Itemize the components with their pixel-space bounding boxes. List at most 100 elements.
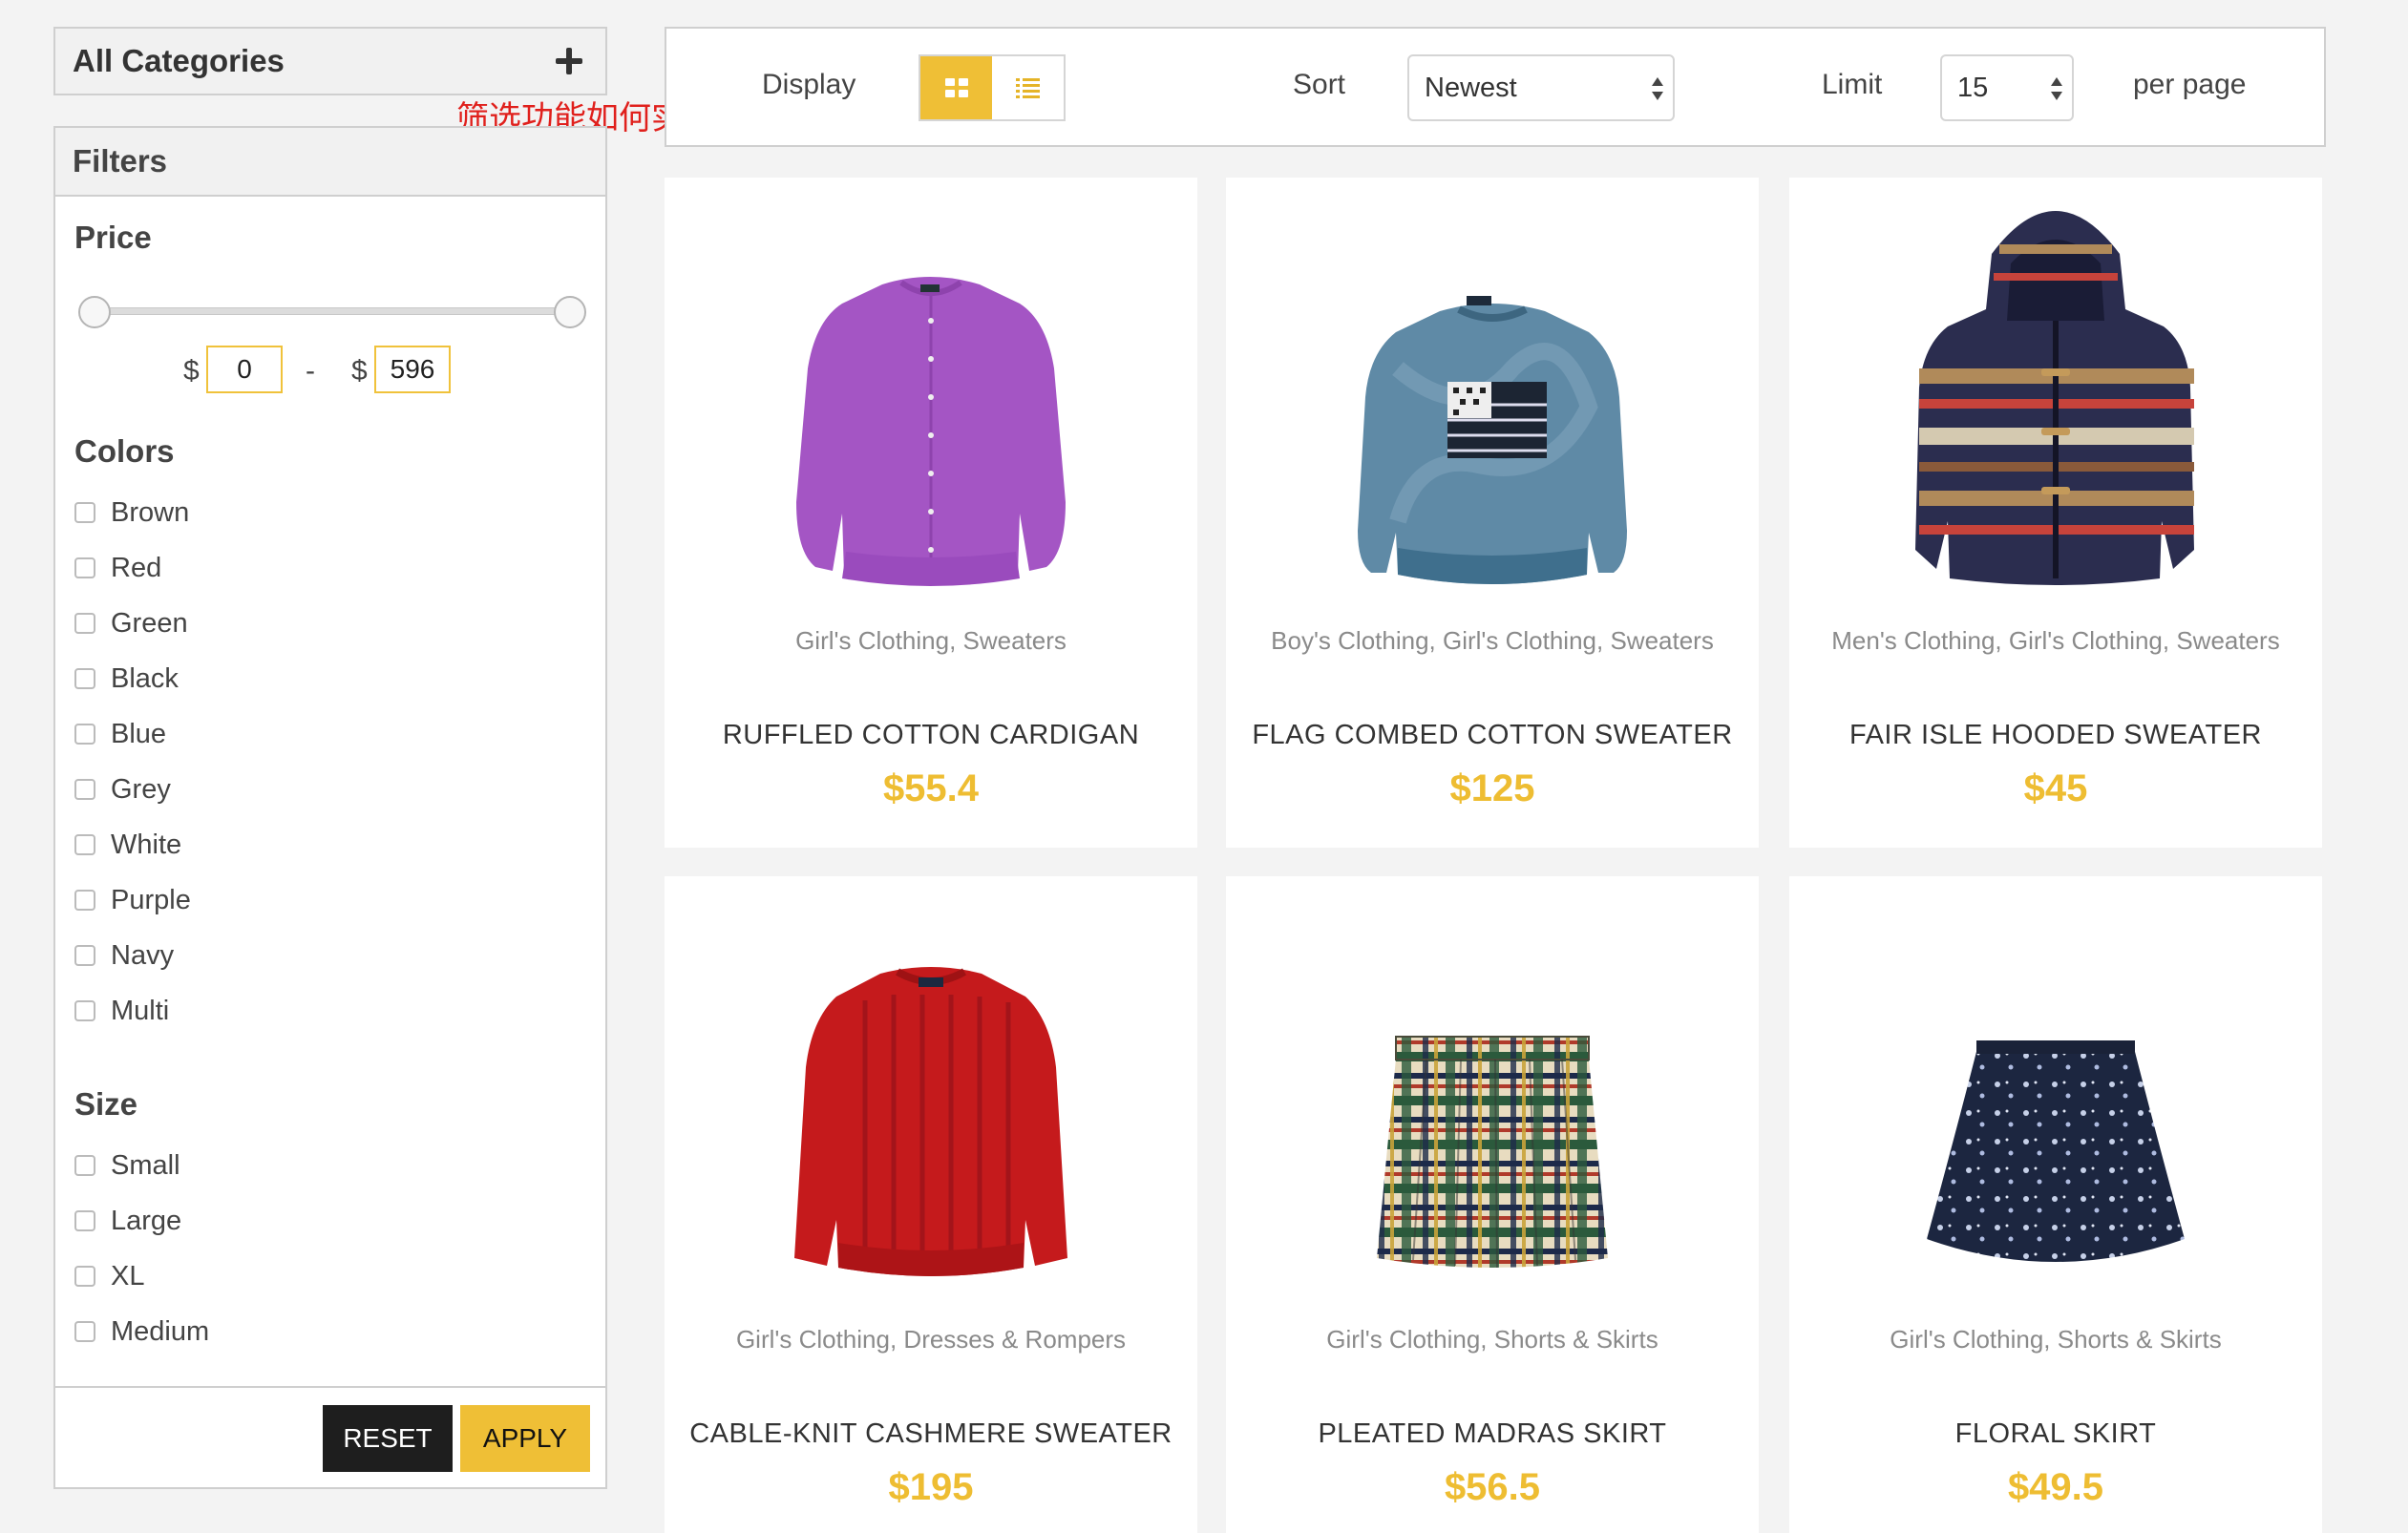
display-label: Display [762,69,856,100]
select-arrows-icon [1652,77,1663,100]
color-option-black[interactable]: Black [74,651,191,706]
product-name[interactable]: CABLE-KNIT CASHMERE SWEATER [665,1418,1197,1450]
sort-label: Sort [1293,69,1346,100]
product-card[interactable]: Girl's Clothing, Sweaters RUFFLED COTTON… [665,178,1197,848]
size-title: Size [74,1086,138,1122]
price-slider-track[interactable] [94,307,571,315]
product-price: $45 [2023,767,2088,809]
product-name[interactable]: FLORAL SKIRT [1789,1418,2322,1450]
color-filter-list: Brown Red Green Black Blue Grey White Pu… [74,485,191,1039]
product-card[interactable]: Boy's Clothing, Girl's Clothing, Sweater… [1226,178,1759,848]
size-label: Large [111,1205,182,1236]
size-option-medium[interactable]: Medium [74,1304,209,1359]
product-name[interactable]: PLEATED MADRAS SKIRT [1226,1418,1759,1450]
plus-icon[interactable] [556,48,582,74]
checkbox[interactable] [74,890,95,911]
color-label: Brown [111,496,190,528]
grid-view-button[interactable] [920,56,992,119]
all-categories-bar[interactable]: All Categories [53,27,607,95]
product-card[interactable]: Men's Clothing, Girl's Clothing, Sweater… [1789,178,2322,848]
size-label: Medium [111,1315,210,1347]
limit-select[interactable]: 15 [1940,54,2074,121]
sort-select[interactable]: Newest [1407,54,1675,121]
product-image-red-sweater[interactable] [665,876,1197,1296]
product-categories: Girl's Clothing, Shorts & Skirts [1326,1325,1658,1354]
grid-icon [944,78,968,97]
list-icon [1016,78,1040,98]
product-price: $56.5 [1444,1466,1541,1508]
color-option-navy[interactable]: Navy [74,928,191,983]
product-image-fair-isle-hoodie[interactable] [1789,178,2322,598]
checkbox[interactable] [74,668,95,689]
checkbox[interactable] [74,1266,95,1287]
product-card[interactable]: Girl's Clothing, Dresses & Rompers CABLE… [665,876,1197,1533]
product-name[interactable]: FAIR ISLE HOODED SWEATER [1789,720,2322,751]
product-categories: Girl's Clothing, Dresses & Rompers [735,1325,1127,1354]
color-option-green[interactable]: Green [74,596,191,651]
per-page-label: per page [2133,69,2247,100]
list-view-button[interactable] [992,56,1064,119]
all-categories-title: All Categories [73,43,285,78]
price-min-input[interactable] [206,346,283,393]
price-max-input[interactable] [374,346,451,393]
checkbox[interactable] [74,1210,95,1231]
product-categories: Girl's Clothing, Sweaters [795,626,1067,655]
product-name[interactable]: RUFFLED COTTON CARDIGAN [665,720,1197,751]
color-label: Green [111,607,188,639]
reset-button[interactable]: RESET [323,1405,453,1472]
product-categories: Men's Clothing, Girl's Clothing, Sweater… [1831,626,2280,655]
checkbox[interactable] [74,1000,95,1021]
product-price: $125 [1449,767,1535,809]
price-separator: - [306,355,315,387]
checkbox[interactable] [74,834,95,855]
size-option-small[interactable]: Small [74,1138,209,1193]
listing-toolbar: Display Sort Newest Limit 15 per page [665,27,2326,147]
checkbox[interactable] [74,502,95,523]
checkbox[interactable] [74,779,95,800]
color-option-grey[interactable]: Grey [74,762,191,817]
price-slider-max-handle[interactable] [554,296,586,328]
color-option-purple[interactable]: Purple [74,872,191,928]
product-image-flag-sweater[interactable] [1226,178,1759,598]
price-range-inputs: $ - $ [55,346,605,395]
checkbox[interactable] [74,1155,95,1176]
product-price: $55.4 [882,767,980,809]
product-image-plaid-skirt[interactable] [1226,876,1759,1296]
product-card[interactable]: Girl's Clothing, Shorts & Skirts FLORAL … [1789,876,2322,1533]
price-slider-min-handle[interactable] [78,296,111,328]
product-name[interactable]: FLAG COMBED COTTON SWEATER [1226,720,1759,751]
checkbox[interactable] [74,724,95,745]
color-option-red[interactable]: Red [74,540,191,596]
color-option-multi[interactable]: Multi [74,983,191,1039]
color-option-white[interactable]: White [74,817,191,872]
size-option-large[interactable]: Large [74,1193,209,1249]
apply-button[interactable]: APPLY [460,1405,590,1472]
color-label: Multi [111,995,170,1026]
checkbox[interactable] [74,557,95,578]
color-label: White [111,829,182,860]
product-categories: Girl's Clothing, Shorts & Skirts [1890,1325,2222,1354]
color-label: Purple [111,884,191,915]
color-label: Grey [111,773,171,805]
colors-title: Colors [74,433,175,469]
filters-panel: Filters Price $ - $ Colors Brown Red Gre… [53,126,607,1489]
currency-symbol-min: $ [183,355,200,387]
product-price: $49.5 [2007,1466,2104,1508]
checkbox[interactable] [74,1321,95,1342]
checkbox[interactable] [74,945,95,966]
checkbox[interactable] [74,613,95,634]
currency-symbol-max: $ [351,355,368,387]
limit-label: Limit [1822,69,1883,100]
size-option-xl[interactable]: XL [74,1249,209,1304]
select-arrows-icon [2051,77,2062,100]
product-image-purple-cardigan[interactable] [665,178,1197,598]
sort-value: Newest [1425,72,1517,103]
size-filter-list: Small Large XL Medium [74,1138,209,1359]
product-image-floral-skirt[interactable] [1789,876,2322,1296]
color-label: Navy [111,939,175,971]
color-option-brown[interactable]: Brown [74,485,191,540]
product-price: $195 [888,1466,974,1508]
product-card[interactable]: Girl's Clothing, Shorts & Skirts PLEATED… [1226,876,1759,1533]
color-option-blue[interactable]: Blue [74,706,191,762]
size-label: Small [111,1149,180,1181]
